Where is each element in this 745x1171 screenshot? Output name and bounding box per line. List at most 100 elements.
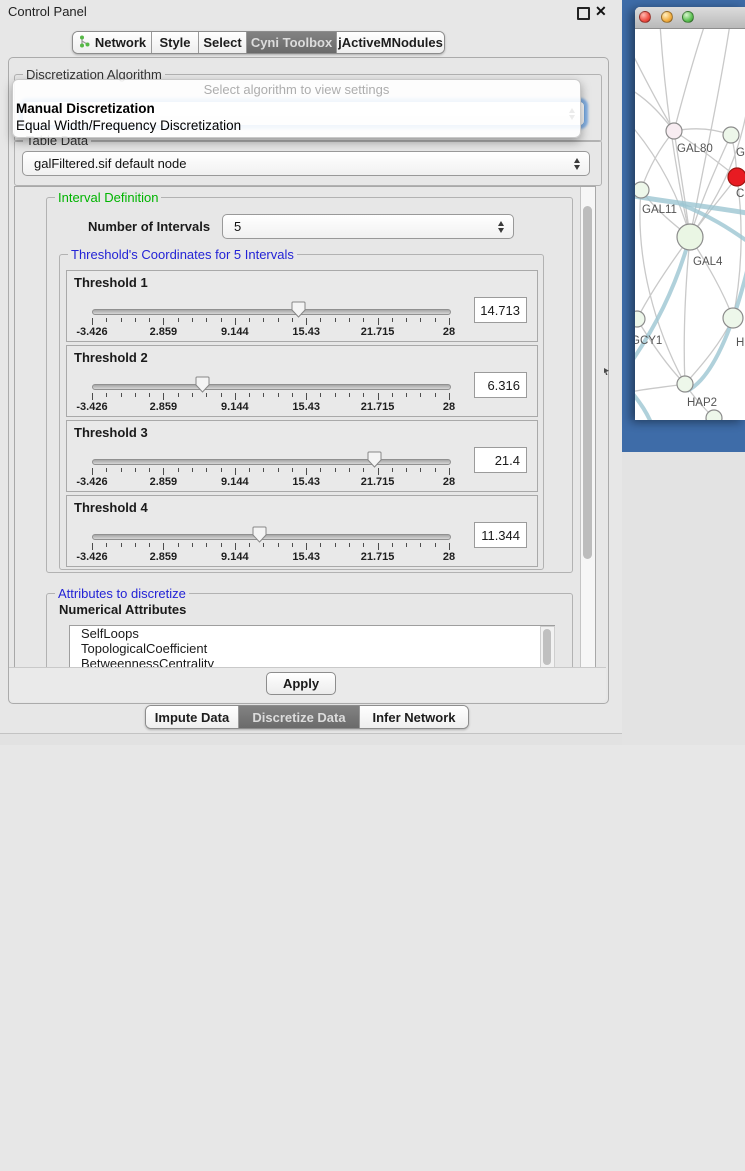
tab-select[interactable]: Select <box>198 32 246 53</box>
axis-tick-label: 28 <box>443 326 455 338</box>
node-gcy1[interactable] <box>635 311 645 327</box>
axis-tick-label: 2.859 <box>150 401 178 413</box>
algorithm-option-manual[interactable]: Manual Discretization <box>13 100 580 117</box>
algorithm-popup-prompt: Select algorithm to view settings <box>13 80 580 100</box>
tab-discretize-data[interactable]: Discretize Data <box>238 706 359 728</box>
slider-ticks <box>92 318 449 326</box>
tab-style[interactable]: Style <box>151 32 198 53</box>
axis-tick-label: 9.144 <box>221 326 249 338</box>
zoom-traffic-light-icon[interactable] <box>682 11 694 23</box>
node-g[interactable] <box>723 127 739 143</box>
slider-axis-labels: -3.4262.8599.14415.4321.71528 <box>92 551 449 563</box>
axis-tick-label: 28 <box>443 551 455 563</box>
axis-tick-label: -3.426 <box>76 326 107 338</box>
slider-axis-labels: -3.4262.8599.14415.4321.71528 <box>92 401 449 413</box>
number-of-intervals-combobox[interactable]: 5 <box>222 214 514 239</box>
close-icon[interactable]: ✕ <box>595 3 607 20</box>
control-panel-titlebar: Control Panel ✕ <box>0 0 622 24</box>
threshold-value-field[interactable]: 6.316 <box>474 372 527 398</box>
node-label: GAL4 <box>693 256 723 268</box>
slider-track[interactable] <box>92 459 451 465</box>
interval-definition-title: Interval Definition <box>55 190 161 205</box>
network-canvas[interactable]: GAL80GCGAL11GAL4GCY1HHAP2 <box>635 29 745 420</box>
axis-tick-label: 9.144 <box>221 401 249 413</box>
threshold-label: Threshold 1 <box>74 275 148 290</box>
float-window-icon[interactable] <box>577 7 590 20</box>
slider-thumb[interactable] <box>291 301 306 318</box>
node-unlabeled[interactable] <box>706 410 722 420</box>
slider-ticks <box>92 468 449 476</box>
network-edge <box>635 49 674 131</box>
bottom-tab-bar: Impute DataDiscretize DataInfer Network <box>145 705 469 729</box>
threshold-panel-2: Threshold 2-3.4262.8599.14415.4321.71528… <box>66 345 538 417</box>
axis-tick-label: 2.859 <box>150 326 178 338</box>
network-edge <box>690 237 733 318</box>
axis-tick-label: 15.43 <box>292 401 320 413</box>
threshold-value-field[interactable]: 14.713 <box>474 297 527 323</box>
node-label: GCY1 <box>635 335 662 347</box>
attributes-group-title: Attributes to discretize <box>55 586 189 601</box>
slider-ticks <box>92 543 449 551</box>
algorithm-popup: Select algorithm to view settings Manual… <box>12 79 581 138</box>
tab-impute-data[interactable]: Impute Data <box>146 706 238 728</box>
slider-thumb[interactable] <box>367 451 382 468</box>
slider-thumb[interactable] <box>252 526 267 543</box>
algorithm-option-equal-width[interactable]: Equal Width/Frequency Discretization <box>13 117 580 134</box>
tab-network[interactable]: Network <box>73 32 151 53</box>
network-edge <box>685 318 733 384</box>
threshold-panel-4: Threshold 4 -3.4262.8599.14415.4321.71528… <box>66 495 538 567</box>
axis-tick-label: 15.43 <box>292 326 320 338</box>
axis-tick-label: 21.715 <box>361 401 395 413</box>
close-traffic-light-icon[interactable] <box>639 11 651 23</box>
node-label: GAL11 <box>642 204 677 216</box>
threshold-label: Threshold 4 <box>74 500 148 515</box>
attribute-item-topologicalcoefficient[interactable]: TopologicalCoefficient <box>70 641 554 656</box>
table-data-selected: galFiltered.sif default node <box>34 156 186 171</box>
table-data-combobox[interactable]: galFiltered.sif default node <box>22 151 590 176</box>
node-gal4[interactable] <box>677 224 703 250</box>
combo-spinner-icon <box>498 221 504 233</box>
thresholds-group: Threshold's Coordinates for 5 Intervals … <box>59 254 544 570</box>
slider-track[interactable] <box>92 534 451 540</box>
slider-ticks <box>92 393 449 401</box>
tab-label: jActiveMNodules <box>338 35 443 50</box>
node-gal80[interactable] <box>666 123 682 139</box>
bottom-strip <box>0 734 622 745</box>
tab-infer-network[interactable]: Infer Network <box>359 706 468 728</box>
threshold-label: Threshold 2 <box>74 350 148 365</box>
axis-tick-label: 21.715 <box>361 551 395 563</box>
combo-spinner-icon <box>574 158 580 170</box>
thresholds-group-title: Threshold's Coordinates for 5 Intervals <box>68 247 297 262</box>
tab-cyni-toolbox[interactable]: Cyni Toolbox <box>246 32 336 53</box>
tab-label: Cyni Toolbox <box>251 35 332 50</box>
numerical-attributes-heading: Numerical Attributes <box>59 602 186 617</box>
network-window-titlebar[interactable] <box>635 7 745 29</box>
settings-scrollpane: Interval Definition Number of Intervals … <box>14 186 596 669</box>
settings-vertical-scrollbar[interactable] <box>580 187 595 668</box>
number-of-intervals-label: Number of Intervals <box>88 219 210 234</box>
axis-tick-label: 21.715 <box>361 476 395 488</box>
node-h[interactable] <box>723 308 743 328</box>
numerical-attributes-list[interactable]: SelfLoopsTopologicalCoefficientBetweenne… <box>69 625 555 669</box>
attributes-scrollbar[interactable] <box>540 626 555 669</box>
tab-label: Select <box>203 35 241 50</box>
tab-label: Network <box>95 35 146 50</box>
node-gal11[interactable] <box>635 182 649 198</box>
threshold-value-field[interactable]: 11.344 <box>474 522 527 548</box>
attribute-item-selfloops[interactable]: SelfLoops <box>70 626 554 641</box>
threshold-value-field[interactable]: 21.4 <box>474 447 527 473</box>
tab-jactivemnodules[interactable]: jActiveMNodules <box>336 32 444 53</box>
node-hap2[interactable] <box>677 376 693 392</box>
axis-tick-label: 21.715 <box>361 326 395 338</box>
top-tab-bar: Network Style Select Cyni Toolbox jActiveMNo… <box>72 31 445 54</box>
minimize-traffic-light-icon[interactable] <box>661 11 673 23</box>
threshold-label: Threshold 3 <box>74 425 148 440</box>
node-label: HAP2 <box>687 397 717 409</box>
slider-thumb[interactable] <box>195 376 210 393</box>
network-graph[interactable]: GAL80GCGAL11GAL4GCY1HHAP2 <box>635 29 745 420</box>
apply-button[interactable]: Apply <box>266 672 336 695</box>
slider-track[interactable] <box>92 309 451 315</box>
node-c[interactable] <box>728 168 745 186</box>
slider-track[interactable] <box>92 384 451 390</box>
threshold-panel-3: Threshold 3-3.4262.8599.14415.4321.71528… <box>66 420 538 492</box>
